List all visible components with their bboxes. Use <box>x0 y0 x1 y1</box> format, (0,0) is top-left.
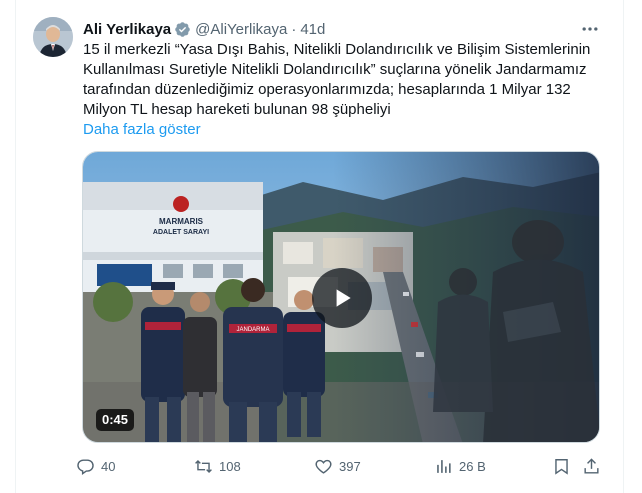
show-more-link[interactable]: Daha fazla göster <box>83 120 201 140</box>
separator-dot: · <box>291 20 297 38</box>
share-icon <box>584 457 599 474</box>
sign-text: ADALET SARAYI <box>153 229 209 236</box>
timeline-border-right <box>623 0 624 493</box>
tweet-line: 15 il merkezli “Yasa Dışı Bahis, Nitelik… <box>83 41 591 58</box>
reply-button[interactable]: 40 <box>76 454 115 478</box>
timestamp[interactable]: 41d <box>300 21 325 38</box>
video-duration: 0:45 <box>96 409 135 431</box>
tweet-line: Milyon TL hesap hareketi bulunan 98 şüph… <box>83 101 391 118</box>
like-button[interactable]: 397 <box>314 454 361 478</box>
verified-badge-icon <box>175 21 190 37</box>
avatar[interactable] <box>33 17 73 57</box>
play-button[interactable] <box>312 268 372 328</box>
author-handle[interactable]: @AliYerlikaya <box>195 21 287 38</box>
tweet-line: Kullanılması Suretiyle Nitelikli Dolandı… <box>83 61 587 78</box>
video-player[interactable]: MARMARIS ADALET SARAYI JANDARMA <box>82 151 600 443</box>
tweet-text: 15 il merkezli “Yasa Dışı Bahis, Nitelik… <box>83 40 603 120</box>
views-icon <box>437 459 451 473</box>
like-count: 397 <box>339 458 361 474</box>
play-icon <box>336 289 351 307</box>
like-icon <box>315 459 332 474</box>
author-name[interactable]: Ali Yerlikaya <box>83 21 171 38</box>
share-button[interactable] <box>582 454 601 478</box>
tweet-actions: 40 108 397 26 B <box>76 454 606 478</box>
repost-count: 108 <box>219 458 241 474</box>
vest-text: JANDARMA <box>236 327 269 333</box>
tweet-line: tarafından düzenlediğimiz operasyonlarım… <box>83 81 571 98</box>
bookmark-button[interactable] <box>552 454 571 478</box>
views-button[interactable]: 26 B <box>434 454 486 478</box>
reply-icon <box>77 458 94 475</box>
bookmark-icon <box>555 458 568 475</box>
more-icon[interactable] <box>576 18 604 40</box>
tweet-header: Ali Yerlikaya @AliYerlikaya · 41d <box>83 19 325 39</box>
views-count: 26 B <box>459 458 486 474</box>
sign-text: MARMARIS <box>159 217 204 226</box>
repost-icon <box>195 459 212 473</box>
repost-button[interactable]: 108 <box>194 454 241 478</box>
reply-count: 40 <box>101 458 116 474</box>
timeline-border-left <box>15 0 16 493</box>
